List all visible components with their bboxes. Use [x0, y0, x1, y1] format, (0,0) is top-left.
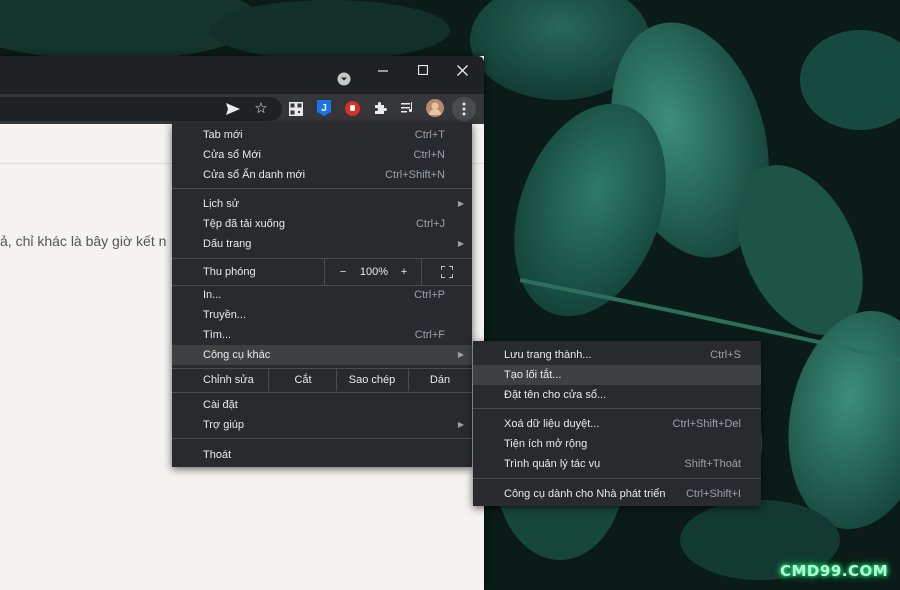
submenu-item-clear-browsing-data[interactable]: Xoá dữ liệu duyệt... Ctrl+Shift+Del: [473, 414, 761, 434]
bookmark-star-icon[interactable]: ☆: [252, 99, 270, 117]
zoom-divider: [324, 259, 325, 285]
menu-separator: [172, 188, 472, 189]
menu-separator: [473, 408, 761, 409]
copy-button[interactable]: Sao chép: [338, 369, 406, 391]
close-icon[interactable]: [453, 61, 471, 79]
menu-separator: [473, 478, 761, 479]
edit-label: Chỉnh sửa: [203, 374, 254, 386]
menu-item-new-tab[interactable]: Tab mới Ctrl+T: [172, 125, 472, 145]
edit-divider: [268, 369, 269, 391]
menu-item-exit[interactable]: Thoát: [172, 445, 472, 465]
submenu-item-save-page[interactable]: Lưu trang thành... Ctrl+S: [473, 345, 761, 365]
profile-avatar-icon[interactable]: [425, 98, 445, 118]
send-icon[interactable]: [224, 100, 242, 118]
submenu-item-name-window[interactable]: Đặt tên cho cửa sổ...: [473, 385, 761, 405]
menu-item-bookmarks[interactable]: Dấu trang ▶: [172, 234, 472, 254]
fullscreen-icon[interactable]: [440, 265, 454, 279]
chevron-right-icon: ▶: [457, 420, 464, 429]
chevron-right-icon: ▶: [457, 199, 464, 208]
menu-item-settings[interactable]: Cài đặt: [172, 395, 472, 415]
minimize-icon[interactable]: [374, 62, 392, 80]
maximize-icon[interactable]: [414, 61, 432, 79]
zoom-level: 100%: [359, 266, 389, 278]
submenu-item-developer-tools[interactable]: Công cụ dành cho Nhà phát triển Ctrl+Shif…: [473, 484, 761, 504]
menu-separator: [172, 438, 472, 439]
paste-button[interactable]: Dán: [410, 369, 470, 391]
toolbar: ☆ J: [0, 94, 484, 124]
menu-item-history[interactable]: Lịch sử ▶: [172, 194, 472, 214]
page-text-snippet: ả, chỉ khác là bây giờ kết n: [0, 233, 167, 249]
zoom-label: Thu phóng: [203, 266, 256, 278]
hand-block-extension-icon[interactable]: [343, 99, 361, 117]
menu-item-cast[interactable]: Truyền...: [172, 305, 472, 325]
title-bar: [0, 56, 484, 94]
chrome-main-menu: Tab mới Ctrl+T Cửa sổ Mới Ctrl+N Cửa sổ Ẩn…: [172, 123, 472, 467]
cut-button[interactable]: Cắt: [272, 369, 334, 391]
watermark-logo: CMD99.COM: [780, 562, 889, 580]
menu-item-downloads[interactable]: Tệp đã tải xuống Ctrl+J: [172, 214, 472, 234]
submenu-item-extensions[interactable]: Tiện ích mở rộng: [473, 434, 761, 454]
extensions-puzzle-icon[interactable]: [371, 99, 389, 117]
zoom-row: Thu phóng − 100% +: [172, 259, 472, 285]
zoom-out-button[interactable]: −: [336, 259, 350, 285]
zoom-divider: [421, 259, 422, 285]
svg-text:J: J: [321, 103, 327, 114]
edit-divider: [336, 369, 337, 391]
submenu-item-task-manager[interactable]: Trình quản lý tác vụ Shift+Thoát: [473, 454, 761, 474]
menu-item-print[interactable]: In... Ctrl+P: [172, 285, 472, 305]
tab-search-icon[interactable]: [335, 70, 353, 88]
edit-row: Chỉnh sửa Cắt Sao chép Dán: [172, 369, 472, 391]
j-extension-icon[interactable]: J: [315, 99, 333, 117]
more-tools-submenu: Lưu trang thành... Ctrl+S Tạo lối tắt... …: [473, 341, 761, 506]
menu-item-new-window[interactable]: Cửa sổ Mới Ctrl+N: [172, 145, 472, 165]
edit-divider: [408, 369, 409, 391]
qr-code-extension-icon[interactable]: [287, 100, 305, 118]
menu-item-find[interactable]: Tìm... Ctrl+F: [172, 325, 472, 345]
media-queue-icon[interactable]: [399, 99, 417, 117]
chevron-right-icon: ▶: [457, 239, 464, 248]
menu-item-help[interactable]: Trợ giúp ▶: [172, 415, 472, 435]
chevron-right-icon: ▶: [457, 350, 464, 359]
menu-item-more-tools[interactable]: Công cụ khác ▶: [172, 345, 472, 365]
menu-kebab-icon[interactable]: [452, 97, 476, 121]
zoom-in-button[interactable]: +: [397, 259, 411, 285]
submenu-item-create-shortcut[interactable]: Tạo lối tắt...: [473, 365, 761, 385]
menu-item-incognito-window[interactable]: Cửa sổ Ẩn danh mới Ctrl+Shift+N: [172, 165, 472, 185]
menu-separator: [172, 392, 472, 393]
